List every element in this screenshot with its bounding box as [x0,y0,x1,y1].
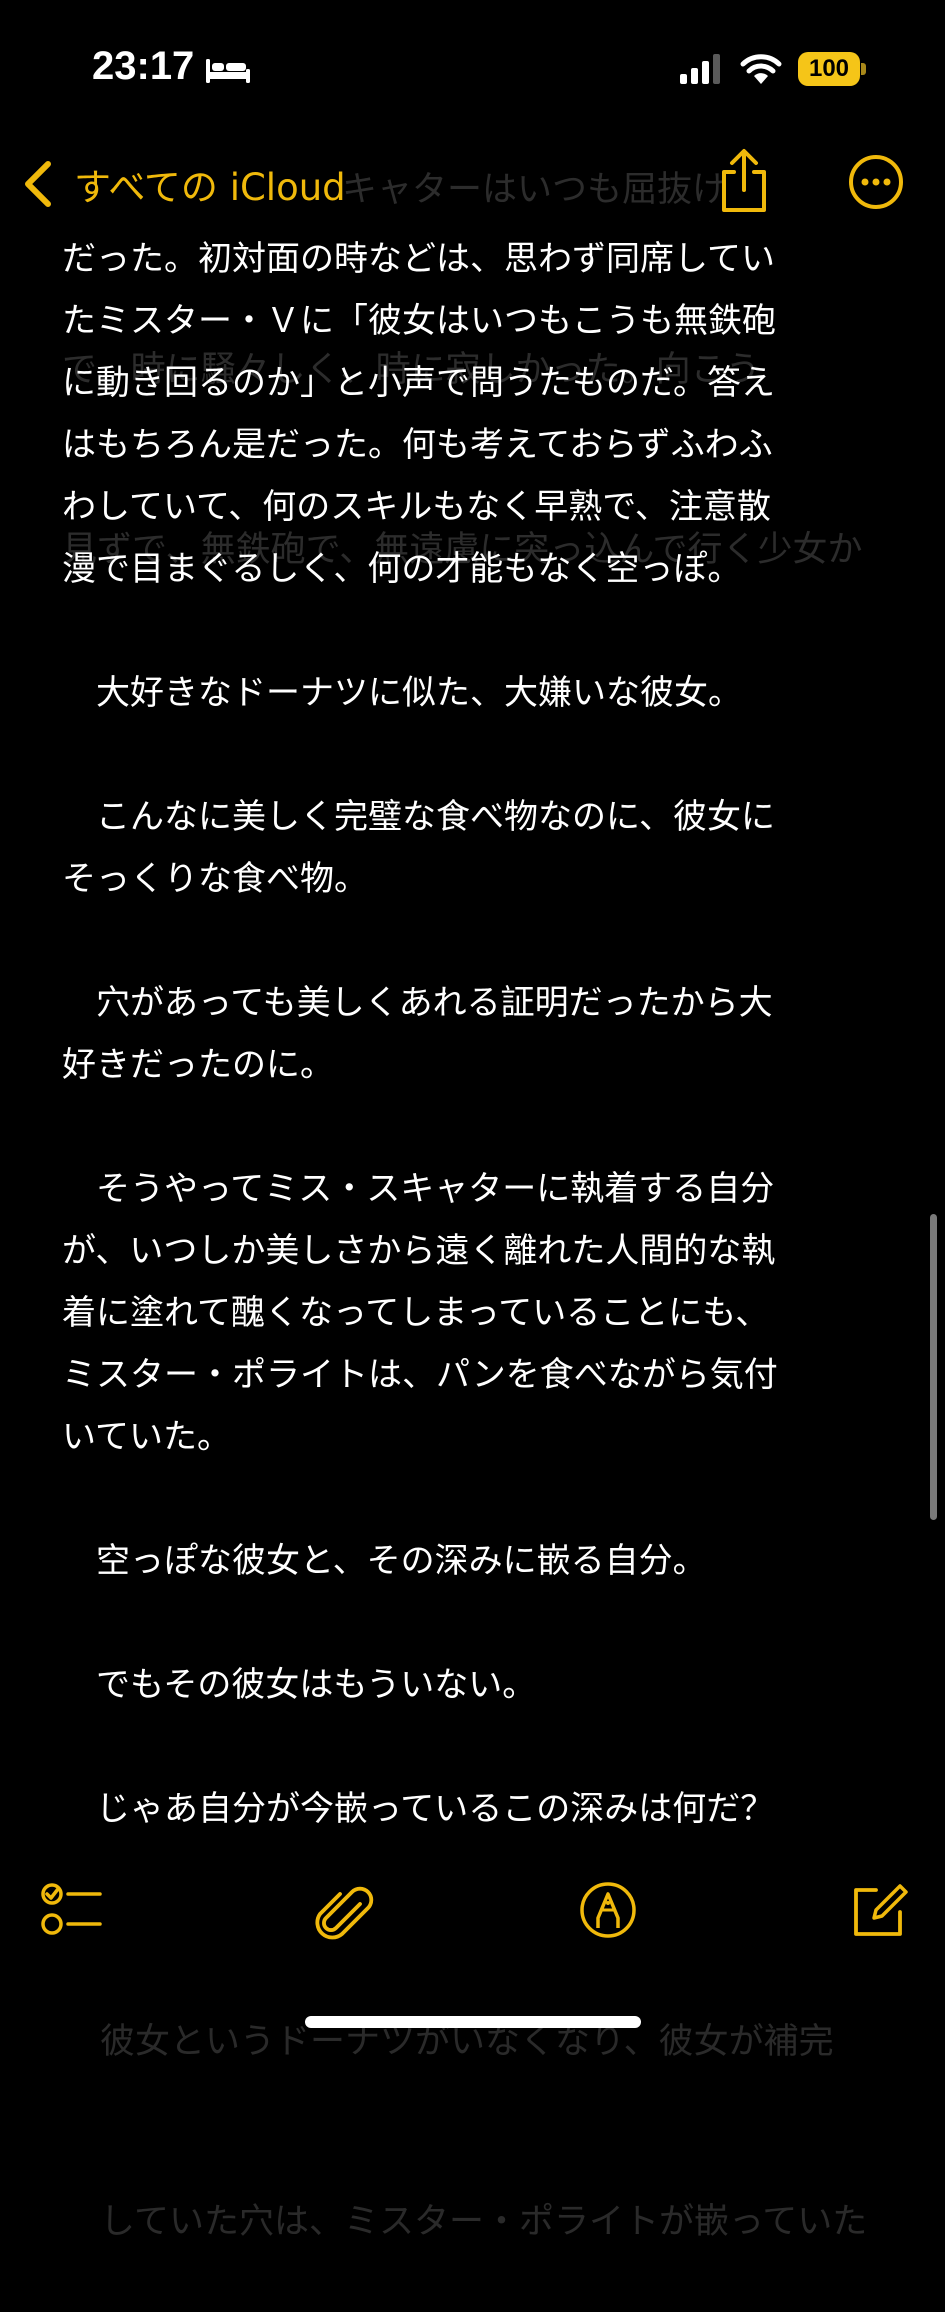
note-line: 穴があっても美しくあれる証明だったから大 [62,983,773,1023]
compose-icon[interactable] [846,1880,910,1944]
note-line: はもちろん是だった。何も考えておらずふわふ [62,425,773,465]
note-line: でもその彼女はもういない。 [62,1665,537,1705]
note-line: に動き回るのか」と小声で問うたものだ。答え [62,363,775,403]
note-line: じゃあ自分が今嵌っているこの深みは何だ？ [62,1789,775,1829]
home-indicator[interactable] [305,2016,641,2028]
scroll-indicator[interactable] [930,1214,937,1520]
note-line: こんなに美しく完璧な食べ物なのに、彼女に [62,797,775,837]
note-line: 空っぽな彼女と、その深みに嵌る自分。 [62,1541,707,1581]
checklist-icon[interactable] [40,1880,104,1944]
wifi-icon [740,54,782,84]
paperclip-icon[interactable] [312,1880,376,1944]
bottom-toolbar [0,1880,945,1960]
faint-line: していた穴は、ミスター・ポライトが嵌っていた [100,2202,868,2242]
status-time: 23:17 [92,44,195,88]
status-bar: 23:17 100 [0,0,945,140]
battery-level: 100 [798,52,860,86]
battery-icon: 100 [798,52,866,86]
note-line: ミスター・ポライトは、パンを食べながら気付 [62,1355,778,1395]
note-line: 大好きなドーナツに似た、大嫌いな彼女。 [62,673,742,713]
note-paragraph: こんなに美しく完璧な食べ物なのに、彼女に そっくりな食べ物。 [62,786,892,910]
bed-icon [206,59,250,83]
note-line: だった。初対面の時などは、思わず同席してい [62,239,775,279]
note-line: 漫で目まぐるしく、何の才能もなく空っぽ。 [62,549,742,589]
note-line: いていた。 [62,1417,231,1457]
more-icon[interactable] [848,154,904,210]
note-line: 着に塗れて醜くなってしまっていることにも、 [62,1293,770,1333]
share-icon[interactable] [716,148,772,216]
note-paragraph: 大好きなドーナツに似た、大嫌いな彼女。 [62,662,892,724]
note-paragraph: じゃあ自分が今嵌っているこの深みは何だ？ [62,1778,892,1840]
note-line: たミスター・Ｖに「彼女はいつもこうも無鉄砲 [62,301,776,341]
note-paragraph: 穴があっても美しくあれる証明だったから大 好きだったのに。 [62,972,892,1096]
chevron-left-icon [25,161,51,207]
note-paragraph: だった。初対面の時などは、思わず同席してい たミスター・Ｖに「彼女はいつもこうも… [62,228,892,600]
back-label: すべての iCloud [74,166,346,209]
note-line: が、いつしか美しさから遠く離れた人間的な執 [62,1231,776,1271]
note-body[interactable]: だった。初対面の時などは、思わず同席してい たミスター・Ｖに「彼女はいつもこうも… [62,228,892,1840]
note-paragraph: でもその彼女はもういない。 [62,1654,892,1716]
note-paragraph: 空っぽな彼女と、その深みに嵌る自分。 [62,1530,892,1592]
nav-bar: すべての iCloud [0,140,945,230]
note-line: 好きだったのに。 [62,1045,334,1085]
battery-cap [861,63,866,75]
markup-pen-icon[interactable] [576,1880,640,1944]
note-line: そっくりな食べ物。 [62,859,368,899]
back-button[interactable]: すべての iCloud [18,154,346,214]
note-paragraph: そうやってミス・スキャターに執着する自分 が、いつしか美しさから遠く離れた人間的… [62,1158,892,1468]
cellular-signal-icon [680,54,720,84]
note-line: そうやってミス・スキャターに執着する自分 [62,1169,775,1209]
note-line: わしていて、何のスキルもなく早熟で、注意散 [62,487,771,527]
